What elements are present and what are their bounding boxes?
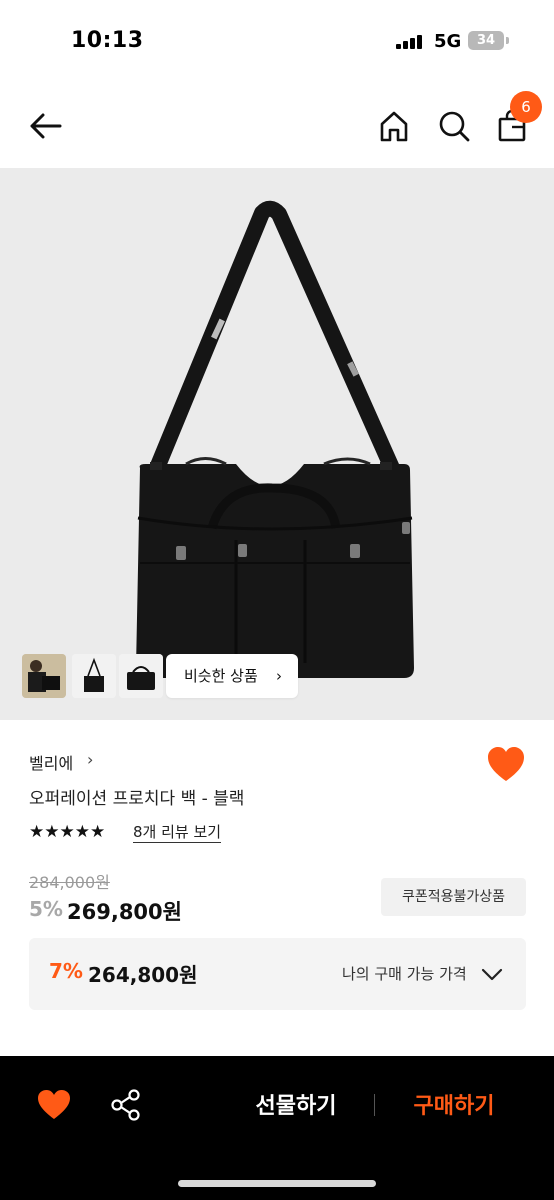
home-indicator xyxy=(178,1180,376,1187)
search-button[interactable] xyxy=(434,106,474,146)
thumbnail-1[interactable] xyxy=(22,654,66,698)
back-arrow-icon xyxy=(30,113,62,139)
original-price: 284,000원 xyxy=(29,873,110,892)
product-image[interactable] xyxy=(0,168,554,720)
heart-icon xyxy=(488,747,524,781)
chevron-down-icon xyxy=(481,968,503,981)
battery-icon: 34 xyxy=(468,31,504,50)
my-discount-rate: 7% xyxy=(49,959,83,983)
bottom-divider xyxy=(374,1094,375,1116)
rating-stars: ★★★★★ xyxy=(29,822,106,842)
brand-link[interactable]: 벨리에 xyxy=(29,750,73,774)
sale-price: 269,800원 xyxy=(67,900,182,924)
similar-products-button[interactable]: 비슷한 상품 › xyxy=(166,654,298,698)
product-title: 오퍼레이션 프로치다 백 - 블랙 xyxy=(29,789,245,809)
top-nav xyxy=(0,84,554,168)
my-price: 264,800원 xyxy=(88,963,198,987)
like-button[interactable] xyxy=(486,746,526,784)
cart-count-badge: 6 xyxy=(510,91,542,123)
search-icon xyxy=(439,111,470,142)
home-button[interactable] xyxy=(374,106,414,146)
battery-tip xyxy=(506,37,509,44)
my-price-label: 나의 구매 가능 가격 xyxy=(342,965,467,983)
my-price-dropdown[interactable]: 7% 264,800원 나의 구매 가능 가격 xyxy=(29,938,526,1010)
chevron-right-icon: › xyxy=(276,667,282,685)
review-link[interactable]: 8개 리뷰 보기 xyxy=(133,823,222,843)
network-label: 5G xyxy=(434,31,462,52)
status-time: 10:13 xyxy=(71,28,144,53)
discount-rate: 5% xyxy=(29,897,63,921)
battery-level: 34 xyxy=(476,33,496,48)
share-icon xyxy=(111,1089,140,1121)
buy-button[interactable]: 구매하기 xyxy=(392,1089,516,1125)
coupon-unavailable-badge: 쿠폰적용불가상품 xyxy=(381,878,526,916)
heart-icon xyxy=(38,1090,70,1119)
gift-button[interactable]: 선물하기 xyxy=(234,1089,358,1125)
home-icon xyxy=(380,111,408,142)
bag-image xyxy=(136,200,414,678)
thumbnail-3-image xyxy=(119,654,163,698)
similar-products-label: 비슷한 상품 xyxy=(184,667,258,685)
bottom-like-button[interactable] xyxy=(34,1086,74,1124)
share-button[interactable] xyxy=(106,1086,146,1126)
thumbnail-1-image xyxy=(22,654,66,698)
status-bar: 10:13 5G 34 xyxy=(0,0,554,84)
signal-icon xyxy=(396,35,424,49)
thumbnail-3[interactable] xyxy=(119,654,163,698)
brand-chevron-icon: › xyxy=(87,750,94,769)
thumbnail-2-image xyxy=(72,654,116,698)
bottom-action-bar: 선물하기 구매하기 xyxy=(0,1056,554,1200)
thumbnail-2[interactable] xyxy=(72,654,116,698)
back-button[interactable] xyxy=(26,106,66,146)
